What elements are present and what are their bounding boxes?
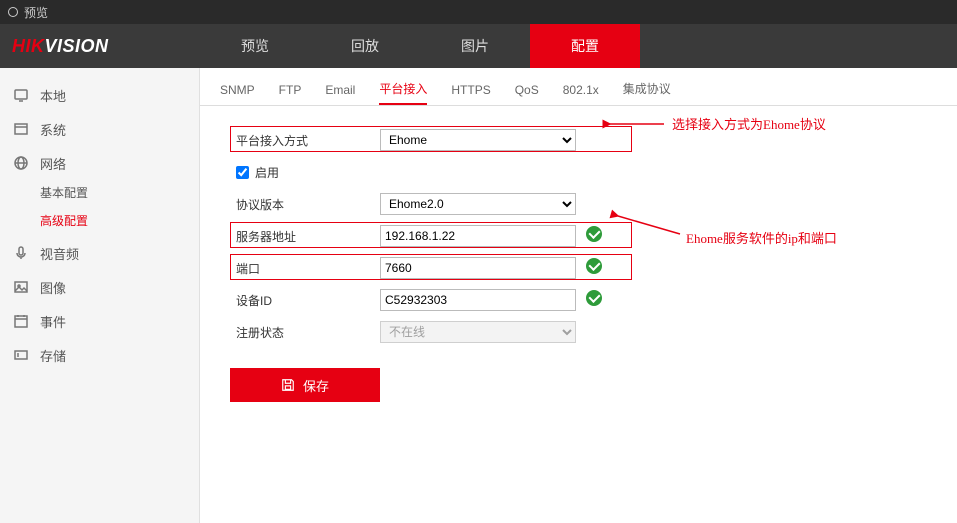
input-port[interactable] xyxy=(380,257,576,279)
label-server-addr: 服务器地址 xyxy=(230,228,380,245)
select-protocol-version[interactable]: Ehome2.0 xyxy=(380,193,576,215)
check-icon xyxy=(586,226,602,242)
platform-access-form: 平台接入方式 Ehome 启用 协议版本 Ehom xyxy=(200,106,957,348)
label-enable: 启用 xyxy=(255,164,279,181)
tab--[interactable]: 平台接入 xyxy=(379,80,427,105)
input-server-addr[interactable] xyxy=(380,225,576,247)
row-port: 端口 xyxy=(230,252,870,284)
input-device-id[interactable] xyxy=(380,289,576,311)
calendar-icon xyxy=(14,314,32,328)
globe-icon xyxy=(14,156,32,170)
tab-ftp[interactable]: FTP xyxy=(279,83,302,105)
tab-email[interactable]: Email xyxy=(325,83,355,105)
header: HIKVISION 预览回放图片配置 xyxy=(0,24,957,68)
row-reg-status: 注册状态 不在线 xyxy=(230,316,870,348)
tab-qos[interactable]: QoS xyxy=(515,83,539,105)
checkbox-enable[interactable] xyxy=(236,166,249,179)
annotation-text-1: 选择接入方式为Ehome协议 xyxy=(672,114,826,133)
sidebar-item-av[interactable]: 视音频 xyxy=(0,238,199,268)
tab-802-1x[interactable]: 802.1x xyxy=(563,83,599,105)
monitor-icon xyxy=(14,88,32,102)
sidebar-item-storage[interactable]: 存储 xyxy=(0,340,199,370)
window-icon xyxy=(14,122,32,136)
mic-icon xyxy=(14,246,32,260)
check-icon xyxy=(586,290,602,306)
label-access-method: 平台接入方式 xyxy=(230,132,380,149)
tab-snmp[interactable]: SNMP xyxy=(220,83,255,105)
nav-config[interactable]: 配置 xyxy=(530,24,640,68)
app-icon xyxy=(8,7,18,17)
tab-https[interactable]: HTTPS xyxy=(451,83,490,105)
sidebar-item-event[interactable]: 事件 xyxy=(0,306,199,336)
sidebar-item-network[interactable]: 网络 xyxy=(0,148,199,178)
content-area: SNMP FTP Email 平台接入 HTTPS QoS 802.1x 集成协议 平台接入方… xyxy=(200,68,957,523)
save-icon xyxy=(281,378,295,392)
row-protocol-version: 协议版本 Ehome2.0 xyxy=(230,188,870,220)
label-protocol-version: 协议版本 xyxy=(230,196,380,213)
label-reg-status: 注册状态 xyxy=(230,324,380,341)
row-enable: 启用 xyxy=(230,156,870,188)
tab--[interactable]: 集成协议 xyxy=(623,80,671,105)
annotation-arrow-1 xyxy=(606,118,666,133)
window-titlebar: 预览 xyxy=(0,0,957,24)
sidebar-item-system[interactable]: 系统 xyxy=(0,114,199,144)
sidebar-item-basic[interactable]: 基本配置 xyxy=(0,178,199,206)
select-access-method[interactable]: Ehome xyxy=(380,129,576,151)
nav-playback[interactable]: 回放 xyxy=(310,24,420,68)
main-nav: 预览回放图片配置 xyxy=(200,24,957,68)
sidebar-item-image[interactable]: 图像 xyxy=(0,272,199,302)
save-button[interactable]: 保存 xyxy=(230,368,380,402)
nav-picture[interactable]: 图片 xyxy=(420,24,530,68)
storage-icon xyxy=(14,348,32,362)
sub-tabs: SNMP FTP Email 平台接入 HTTPS QoS 802.1x 集成协议 xyxy=(200,76,957,106)
logo: HIKVISION xyxy=(0,24,200,68)
annotation-text-2: Ehome服务软件的ip和端口 xyxy=(686,228,837,247)
sidebar-item-advanced[interactable]: 高级配置 xyxy=(0,206,199,234)
label-port: 端口 xyxy=(230,260,380,277)
window-title: 预览 xyxy=(24,4,48,21)
label-device-id: 设备ID xyxy=(230,292,380,309)
sidebar: 本地系统网络基本配置高级配置视音频图像事件存储 xyxy=(0,68,200,523)
sidebar-item-local[interactable]: 本地 xyxy=(0,80,199,110)
select-reg-status: 不在线 xyxy=(380,321,576,343)
picture-icon xyxy=(14,280,32,294)
check-icon xyxy=(586,258,602,274)
nav-preview[interactable]: 预览 xyxy=(200,24,310,68)
row-device-id: 设备ID xyxy=(230,284,870,316)
annotation-arrow-2 xyxy=(612,212,682,243)
